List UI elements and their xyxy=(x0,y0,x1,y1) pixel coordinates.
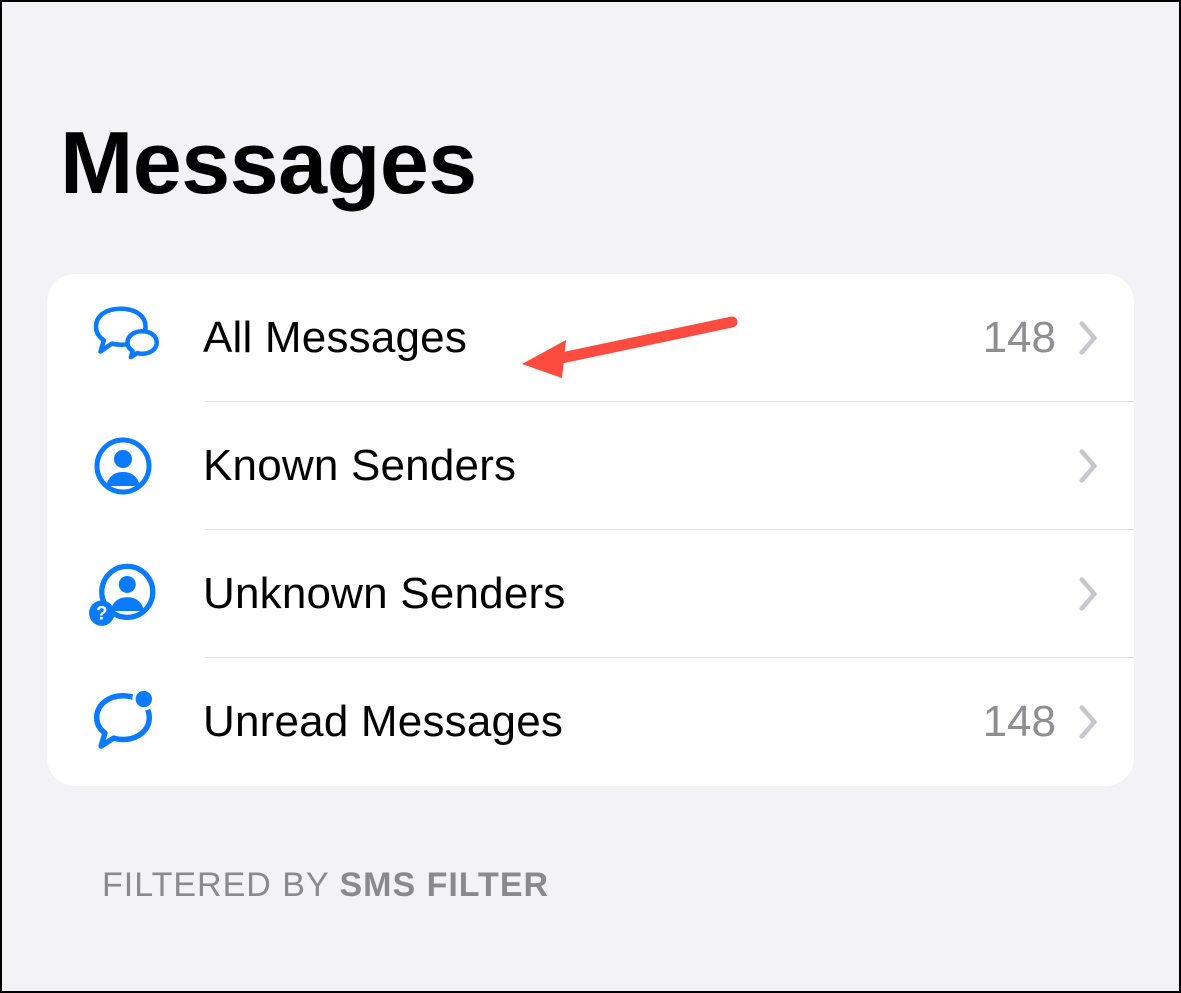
filter-row-all-messages[interactable]: All Messages 148 xyxy=(47,274,1134,402)
chevron-right-icon xyxy=(1078,448,1100,484)
bubble-unread-icon xyxy=(81,680,165,764)
filter-label: Unread Messages xyxy=(165,697,983,747)
filter-label: All Messages xyxy=(165,313,983,363)
bubbles-icon xyxy=(81,296,165,380)
filter-label: Unknown Senders xyxy=(165,569,1056,619)
page-title: Messages xyxy=(2,2,1179,214)
chevron-right-icon xyxy=(1078,320,1100,356)
chevron-right-icon xyxy=(1078,704,1100,740)
filter-label: Known Senders xyxy=(165,441,1056,491)
filter-row-unknown-senders[interactable]: ? Unknown Senders xyxy=(47,530,1134,658)
chevron-right-icon xyxy=(1078,576,1100,612)
filter-row-unread-messages[interactable]: Unread Messages 148 xyxy=(47,658,1134,786)
filters-card: All Messages 148 Known Senders xyxy=(47,274,1134,786)
person-circle-icon xyxy=(81,424,165,508)
footer-prefix: FILTERED BY xyxy=(102,866,339,904)
filter-count: 148 xyxy=(983,313,1078,363)
screen: Messages All Messages 148 xyxy=(0,0,1181,993)
section-footer: FILTERED BY SMS FILTER xyxy=(2,786,1179,905)
filter-row-known-senders[interactable]: Known Senders xyxy=(47,402,1134,530)
filter-count: 148 xyxy=(983,697,1078,747)
person-question-icon: ? xyxy=(81,552,165,636)
footer-strong: SMS FILTER xyxy=(339,866,549,904)
svg-text:?: ? xyxy=(96,604,108,625)
